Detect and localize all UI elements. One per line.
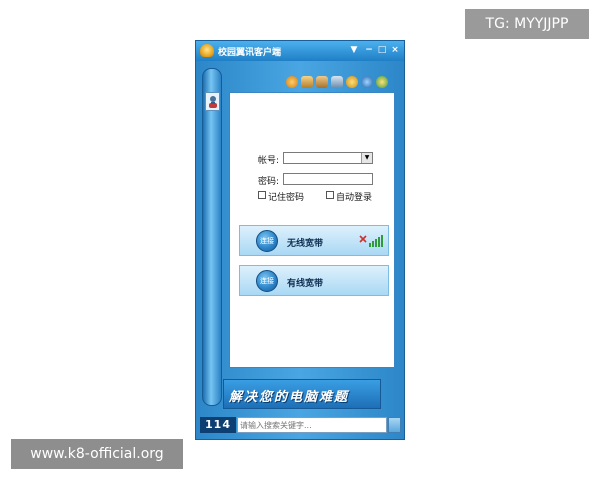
auto-login-label: 自动登录 xyxy=(336,193,373,203)
orange-circle-icon[interactable] xyxy=(286,76,298,88)
window-title: 校园翼讯客户端 xyxy=(218,48,282,58)
users-2-icon[interactable] xyxy=(316,76,328,88)
title-bar[interactable]: 校园翼讯客户端 ▼ − □ × xyxy=(196,41,404,61)
search-input[interactable] xyxy=(237,417,387,433)
search-bar: 114 xyxy=(200,417,401,433)
search-button[interactable] xyxy=(388,417,401,433)
connect-wired-button[interactable]: 连接 xyxy=(256,270,278,292)
account-label: 帐号: xyxy=(258,156,280,166)
logo-114: 114 xyxy=(200,417,236,433)
toolbar xyxy=(286,76,396,90)
wireless-broadband-label: 无线宽带 xyxy=(287,239,324,249)
banner-text: 解决您的电脑难题 xyxy=(229,390,350,405)
close-button[interactable]: × xyxy=(390,45,400,56)
connect-wireless-button[interactable]: 连接 xyxy=(256,230,278,252)
sidebar-user-button[interactable] xyxy=(205,92,220,111)
users-icon[interactable] xyxy=(301,76,313,88)
menu-dropdown-button[interactable]: ▼ xyxy=(349,45,359,56)
globe-icon[interactable] xyxy=(361,76,373,88)
remember-password-checkbox[interactable] xyxy=(258,191,266,199)
user-icon xyxy=(209,96,217,108)
wireless-broadband-row: 连接 无线宽带 xyxy=(239,225,389,256)
wired-broadband-row: 连接 有线宽带 xyxy=(239,265,389,296)
auto-login-checkbox[interactable] xyxy=(326,191,334,199)
client-window: 校园翼讯客户端 ▼ − □ × 帐号: ▼ 密码: 记住密码 自动登录 连接 无… xyxy=(195,40,405,440)
app-logo-icon xyxy=(200,44,214,57)
account-field[interactable]: ▼ xyxy=(283,152,373,164)
password-field[interactable] xyxy=(283,173,373,185)
watermark-top-right: TG: MYYJJPP xyxy=(465,9,589,39)
password-label: 密码: xyxy=(258,177,280,187)
signal-strength-icon xyxy=(359,235,383,247)
sidebar-rail xyxy=(202,68,222,406)
smiley-icon[interactable] xyxy=(346,76,358,88)
ad-banner[interactable]: 解决您的电脑难题 xyxy=(223,379,381,409)
maximize-button[interactable]: □ xyxy=(377,45,387,56)
chevron-down-icon[interactable]: ▼ xyxy=(361,153,372,163)
watermark-bottom-left: www.k8-official.org xyxy=(11,439,183,469)
computer-icon[interactable] xyxy=(331,76,343,88)
wired-broadband-label: 有线宽带 xyxy=(287,279,324,289)
chat-icon[interactable] xyxy=(376,76,388,88)
minimize-button[interactable]: − xyxy=(364,45,374,56)
remember-password-label: 记住密码 xyxy=(268,193,305,203)
